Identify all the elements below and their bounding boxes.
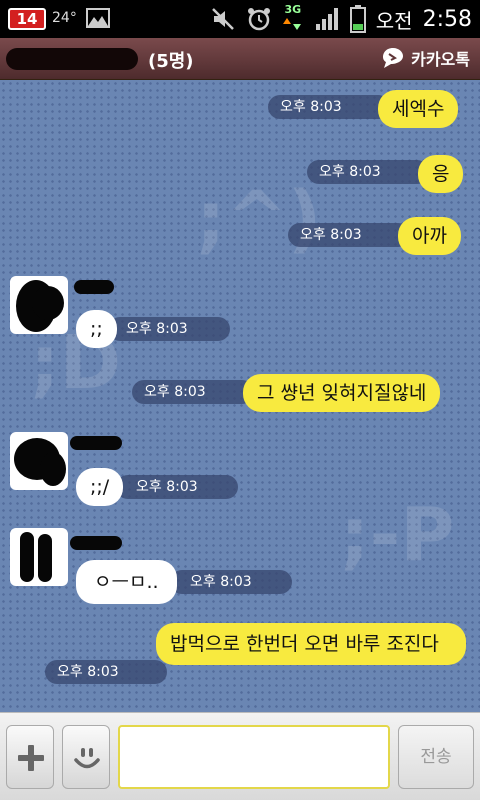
message-bubble-mine[interactable]: 응 [418,155,464,193]
emoticon-icon [74,748,100,769]
message-bubble-mine[interactable]: 세엑수 [378,90,459,128]
battery-icon [349,5,366,33]
data-arrows-icon [282,18,301,30]
brand-label: 카카오톡 [411,50,470,69]
message-time: 오후 8:03 [307,160,429,184]
message-bubble-other[interactable]: ;;/ [76,468,124,506]
message-time: 오후 8:03 [170,570,292,594]
message-time: 오후 8:03 [268,95,390,119]
input-bar: 전송 [0,712,480,800]
ampm-text: 오전 [375,8,413,33]
message-bubble-mine[interactable]: 아까 [398,217,461,255]
chat-messages[interactable]: ;^) ;D ;-P 오후 8:03 세엑수 오후 8:03 응 오후 8:03… [0,80,480,712]
sender-name-redacted [70,436,122,450]
sender-avatar[interactable] [10,528,68,586]
message-time: 오후 8:03 [116,475,238,499]
network-type: 3G [284,3,302,16]
message-time: 오후 8:03 [108,317,230,341]
kakaotalk-logo-icon [383,48,404,68]
sender-avatar[interactable] [10,432,68,490]
message-bubble-mine[interactable]: 밥먹으로 한번더 오면 바루 조진다 [156,623,466,665]
message-time: 오후 8:03 [288,223,410,247]
network-indicator: 3G [282,4,304,34]
add-attachment-button[interactable] [6,725,54,789]
signal-icon [315,8,338,30]
alarm-icon [247,8,270,31]
sender-name-redacted [74,280,114,294]
sender-avatar[interactable] [10,276,68,334]
kakaotalk-brand[interactable]: 카카오톡 [381,46,470,70]
emoticon-button[interactable] [62,725,110,789]
temperature-text: 24° [52,10,77,26]
message-time: 오후 8:03 [132,380,254,404]
message-bubble-other[interactable]: ;; [76,310,117,348]
message-input[interactable] [118,725,390,789]
member-count: (5명) [148,51,194,72]
mute-icon [211,8,234,30]
sender-name-redacted [70,536,122,550]
emoticon-watermark: ;^) [196,176,322,262]
send-button[interactable]: 전송 [398,725,474,789]
notification-badge: 14 [8,8,46,30]
message-time: 오후 8:03 [45,660,167,684]
plus-icon [18,745,44,771]
status-bar: 14 24° 3G 오전 2:58 [0,0,480,38]
chat-room-name-redacted[interactable] [6,48,138,70]
emoticon-watermark: ;-P [340,492,455,578]
message-bubble-other[interactable]: ㅇㅡㅁ.. [76,560,177,604]
clock-text: 2:58 [422,6,472,32]
gallery-icon [86,8,110,28]
message-bubble-mine[interactable]: 그 썅년 잊혀지질않네 [243,374,441,412]
chat-header: (5명) 카카오톡 [0,38,480,80]
